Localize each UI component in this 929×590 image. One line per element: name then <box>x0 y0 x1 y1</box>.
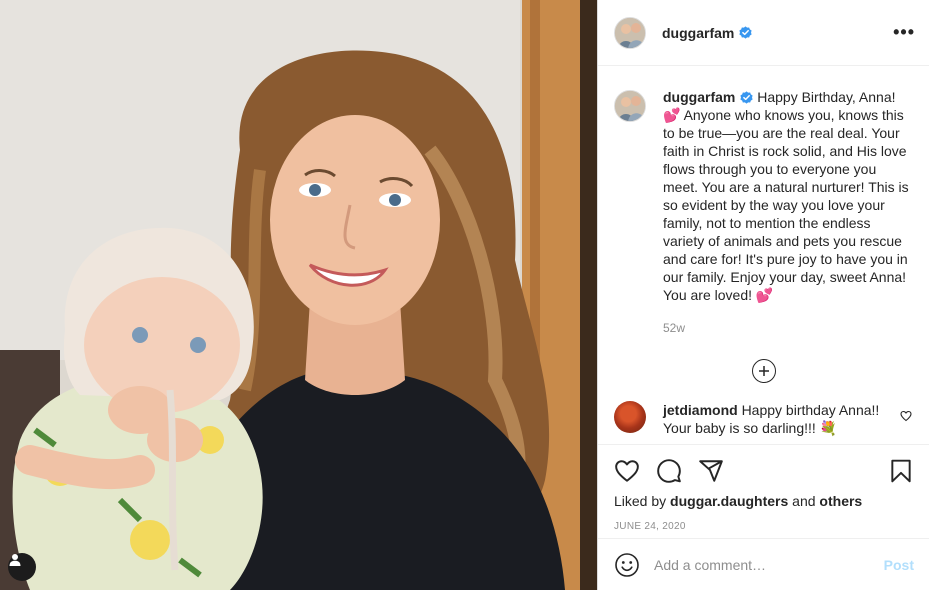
person-icon <box>9 554 21 566</box>
post-photo[interactable] <box>0 0 597 590</box>
post-date[interactable]: JUNE 24, 2020 <box>614 521 914 532</box>
comments-section[interactable]: duggarfam Happy Birthday, Anna! 💕 Anyone… <box>598 66 929 444</box>
caption-greeting: Happy Birthday, Anna! <box>757 89 896 105</box>
share-button[interactable] <box>698 458 724 484</box>
author-username[interactable]: duggarfam <box>662 25 734 41</box>
caption-username[interactable]: duggarfam <box>663 89 735 105</box>
caption-main-text: Anyone who knows you, knows this to be t… <box>663 107 909 303</box>
more-options-button[interactable]: ••• <box>893 22 915 43</box>
smiley-icon <box>615 552 639 577</box>
comment-item: jetdiamond Happy birthday Anna!! Your ba… <box>614 401 914 437</box>
post-header: duggarfam ••• <box>598 0 929 66</box>
plus-circle-icon <box>759 366 769 376</box>
heart-emoji: 💕 <box>755 287 774 303</box>
post-sidebar: duggarfam ••• duggarfam Happy Birthday, … <box>597 0 929 590</box>
caption: duggarfam Happy Birthday, Anna! 💕 Anyone… <box>614 88 914 337</box>
comment-input[interactable] <box>654 556 884 573</box>
author-avatar[interactable] <box>614 16 646 49</box>
paper-plane-icon <box>699 460 723 482</box>
commenter-username[interactable]: jetdiamond <box>663 402 738 418</box>
commenter-avatar[interactable] <box>614 401 646 433</box>
avatar-image <box>615 17 645 48</box>
tag-people-button[interactable] <box>8 553 36 581</box>
caption-text: duggarfam Happy Birthday, Anna! 💕 Anyone… <box>663 88 914 337</box>
emoji-button[interactable] <box>614 552 640 578</box>
heart-icon <box>615 460 639 482</box>
load-more-comments <box>614 359 914 383</box>
load-more-comments-button[interactable] <box>752 359 776 383</box>
heart-emoji: 💕 <box>663 107 681 123</box>
post-actions: Liked by duggar.daughters and others JUN… <box>598 444 929 538</box>
post-comment-button[interactable]: Post <box>884 557 914 573</box>
photo-illustration <box>0 0 597 590</box>
like-button[interactable] <box>614 458 640 484</box>
verified-badge-icon <box>740 91 753 104</box>
liked-by-and: and <box>792 493 816 509</box>
comment-like-button[interactable] <box>900 409 912 427</box>
save-button[interactable] <box>888 458 914 484</box>
liked-by-prefix: Liked by <box>614 493 667 509</box>
action-icons <box>614 445 914 495</box>
likes-summary: Liked by duggar.daughters and others <box>614 493 914 509</box>
comment-bubble-icon <box>657 459 681 483</box>
verified-badge-icon <box>739 26 752 39</box>
liked-by-others[interactable]: others <box>819 493 862 509</box>
add-comment-bar: Post <box>598 538 929 590</box>
bookmark-icon <box>891 459 911 483</box>
comment-button[interactable] <box>656 458 682 484</box>
heart-icon <box>900 410 912 422</box>
comment-text: jetdiamond Happy birthday Anna!! Your ba… <box>663 401 893 437</box>
caption-timestamp[interactable]: 52w <box>663 319 914 337</box>
liked-by-user[interactable]: duggar.daughters <box>670 493 788 509</box>
caption-avatar[interactable] <box>614 90 646 122</box>
avatar-image <box>615 91 645 121</box>
